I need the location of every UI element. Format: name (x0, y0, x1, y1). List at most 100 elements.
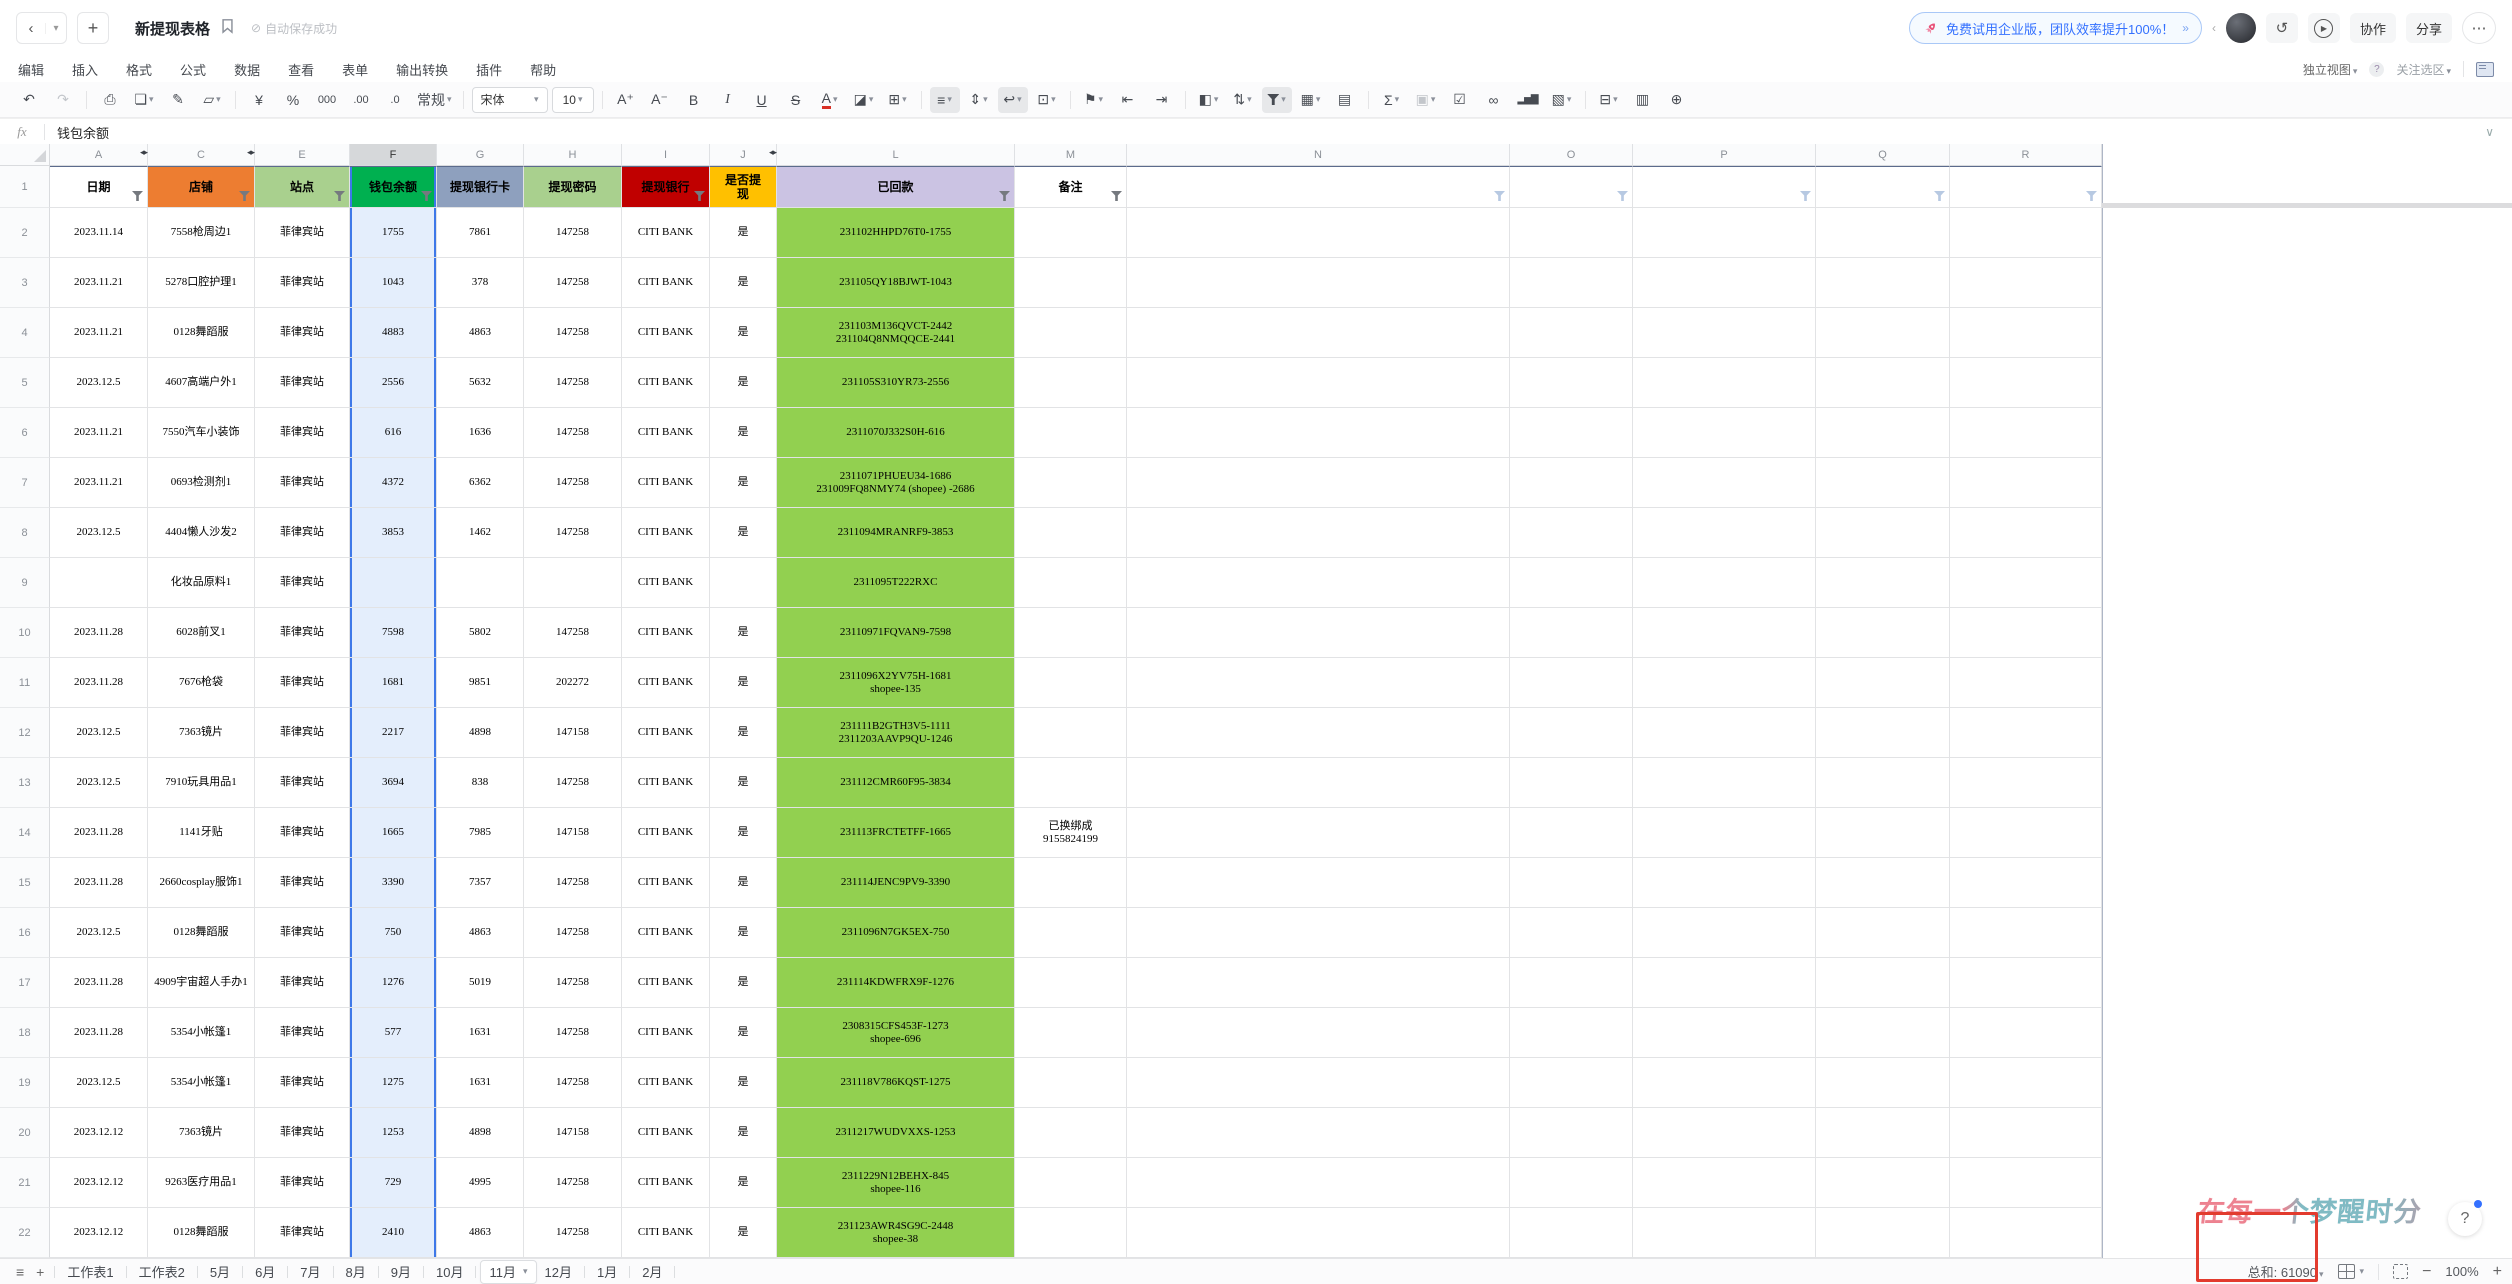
cell-L2[interactable]: 231102HHPD76T0-1755 (777, 208, 1015, 258)
filter-funnel-icon[interactable] (1800, 191, 1811, 201)
format-painter-icon[interactable]: ✎ (163, 87, 193, 113)
cell-P20[interactable] (1633, 1108, 1816, 1158)
cell-H9[interactable] (524, 558, 622, 608)
cell-N2[interactable] (1127, 208, 1510, 258)
cell-L22[interactable]: 231123AWR4SG9C-2448 shopee-38 (777, 1208, 1015, 1258)
font-select[interactable]: 宋体 ▾ (471, 86, 548, 113)
cell-I11[interactable]: CITI BANK (622, 658, 710, 708)
help-hint-icon[interactable]: ? (2369, 61, 2385, 77)
cell-E2[interactable]: 菲律宾站 (255, 208, 350, 258)
cell-L5[interactable]: 231105S310YR73-2556 (777, 358, 1015, 408)
cell-J5[interactable]: 是 (710, 358, 777, 408)
cell-F12[interactable]: 2217 (350, 708, 437, 758)
font-increase-icon[interactable]: A⁺ (611, 87, 641, 113)
percent-icon[interactable]: % (278, 87, 308, 113)
cell-F1[interactable]: 钱包余额 (350, 166, 437, 208)
cell-A1[interactable]: 日期 (50, 166, 148, 208)
cell-Q8[interactable] (1816, 508, 1950, 558)
cell-R17[interactable] (1950, 958, 2102, 1008)
cell-O7[interactable] (1510, 458, 1633, 508)
row-header-8[interactable]: 8 (0, 508, 50, 558)
cell-M19[interactable] (1015, 1058, 1127, 1108)
cell-L13[interactable]: 231112CMR60F95-3834 (777, 758, 1015, 808)
cell-N19[interactable] (1127, 1058, 1510, 1108)
row-header-17[interactable]: 17 (0, 958, 50, 1008)
cell-F18[interactable]: 577 (350, 1008, 437, 1058)
cell-A6[interactable]: 2023.11.21 (50, 408, 148, 458)
sheet-tab-1月[interactable]: 1月 (589, 1261, 625, 1283)
cell-A5[interactable]: 2023.12.5 (50, 358, 148, 408)
sheet-tab-6月[interactable]: 6月 (247, 1261, 283, 1283)
cell-J15[interactable]: 是 (710, 858, 777, 908)
cell-L20[interactable]: 2311217WUDVXXS-1253 (777, 1108, 1015, 1158)
cell-Q7[interactable] (1816, 458, 1950, 508)
menu-item-2[interactable]: 格式 (126, 63, 152, 78)
cell-C10[interactable]: 6028前叉1 (148, 608, 255, 658)
cell-N15[interactable] (1127, 858, 1510, 908)
cell-Q12[interactable] (1816, 708, 1950, 758)
cell-N17[interactable] (1127, 958, 1510, 1008)
cell-F19[interactable]: 1275 (350, 1058, 437, 1108)
filter-funnel-icon[interactable] (1617, 191, 1628, 201)
cell-I8[interactable]: CITI BANK (622, 508, 710, 558)
cell-N20[interactable] (1127, 1108, 1510, 1158)
cell-O4[interactable] (1510, 308, 1633, 358)
cell-Q14[interactable] (1816, 808, 1950, 858)
cell-M9[interactable] (1015, 558, 1127, 608)
zoom-level[interactable]: 100% (2445, 1264, 2478, 1279)
cell-A7[interactable]: 2023.11.21 (50, 458, 148, 508)
cell-N8[interactable] (1127, 508, 1510, 558)
filter-funnel-icon[interactable] (334, 191, 345, 201)
cell-M17[interactable] (1015, 958, 1127, 1008)
cell-O19[interactable] (1510, 1058, 1633, 1108)
slicer-icon[interactable]: ▤ (1330, 87, 1360, 113)
cell-O14[interactable] (1510, 808, 1633, 858)
column-header-L[interactable]: L (777, 144, 1015, 166)
cell-O9[interactable] (1510, 558, 1633, 608)
cell-G15[interactable]: 7357 (437, 858, 524, 908)
cell-G13[interactable]: 838 (437, 758, 524, 808)
cell-C1[interactable]: 店铺 (148, 166, 255, 208)
cell-J17[interactable]: 是 (710, 958, 777, 1008)
cell-F10[interactable]: 7598 (350, 608, 437, 658)
cell-R5[interactable] (1950, 358, 2102, 408)
cell-A20[interactable]: 2023.12.12 (50, 1108, 148, 1158)
strikethrough-icon[interactable]: S (781, 87, 811, 113)
column-header-E[interactable]: E (255, 144, 350, 166)
cell-N6[interactable] (1127, 408, 1510, 458)
cell-G20[interactable]: 4898 (437, 1108, 524, 1158)
cell-M18[interactable] (1015, 1008, 1127, 1058)
number-format-select[interactable]: 常规 ▾ (414, 87, 455, 113)
cell-G8[interactable]: 1462 (437, 508, 524, 558)
cell-G19[interactable]: 1631 (437, 1058, 524, 1108)
cell-C12[interactable]: 7363镜片 (148, 708, 255, 758)
cell-H16[interactable]: 147258 (524, 908, 622, 958)
cell-A12[interactable]: 2023.12.5 (50, 708, 148, 758)
cell-O8[interactable] (1510, 508, 1633, 558)
cell-E3[interactable]: 菲律宾站 (255, 258, 350, 308)
select-all-corner[interactable] (0, 144, 50, 166)
cell-M12[interactable] (1015, 708, 1127, 758)
cell-L6[interactable]: 2311070J332S0H-616 (777, 408, 1015, 458)
cell-I20[interactable]: CITI BANK (622, 1108, 710, 1158)
cell-M7[interactable] (1015, 458, 1127, 508)
column-header-M[interactable]: M (1015, 144, 1127, 166)
menu-item-5[interactable]: 查看 (288, 63, 314, 78)
indent-decrease-icon[interactable]: ⇤ (1113, 87, 1143, 113)
play-demo-icon[interactable]: ▶ (2307, 13, 2340, 43)
cell-R21[interactable] (1950, 1158, 2102, 1208)
follow-selection-button[interactable]: 关注选区 ▾ (2396, 61, 2451, 78)
cell-A22[interactable]: 2023.12.12 (50, 1208, 148, 1258)
cell-G2[interactable]: 7861 (437, 208, 524, 258)
cell-E1[interactable]: 站点 (255, 166, 350, 208)
sum-icon[interactable]: Σ ▾ (1377, 87, 1407, 113)
cell-R12[interactable] (1950, 708, 2102, 758)
font-color-icon[interactable]: A ▾ (815, 87, 845, 113)
cell-R22[interactable] (1950, 1208, 2102, 1258)
sheet-tab-2月[interactable]: 2月 (634, 1261, 670, 1283)
cell-G11[interactable]: 9851 (437, 658, 524, 708)
font-decrease-icon[interactable]: A⁻ (645, 87, 675, 113)
annotate-icon[interactable]: ⚑ ▾ (1079, 87, 1109, 113)
cell-L14[interactable]: 231113FRCTETFF-1665 (777, 808, 1015, 858)
cell-I12[interactable]: CITI BANK (622, 708, 710, 758)
